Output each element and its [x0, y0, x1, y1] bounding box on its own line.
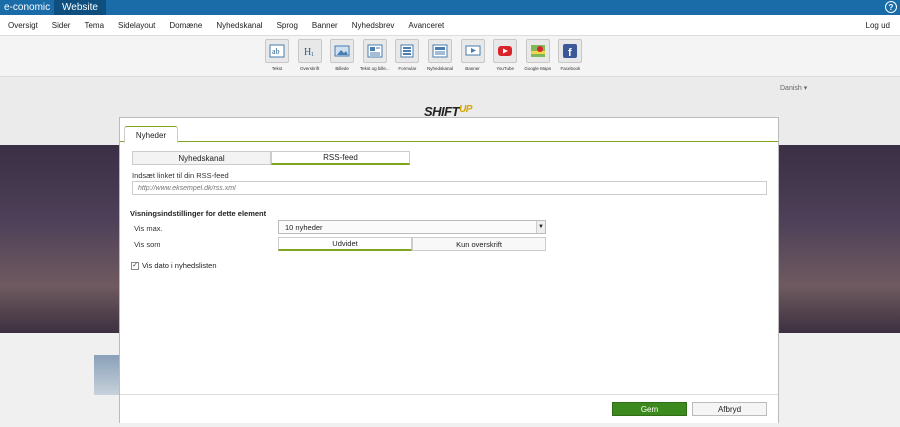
svg-text:ab: ab: [272, 47, 280, 56]
rss-url-input[interactable]: [132, 181, 767, 195]
chevron-down-icon: ▼: [536, 221, 545, 233]
vis-max-select[interactable]: 10 nyheder ▼: [278, 220, 546, 234]
help-icon[interactable]: ?: [885, 1, 897, 13]
text-icon: ab: [265, 39, 289, 63]
vis-som-label: Vis som: [134, 240, 161, 249]
content-image: [94, 355, 119, 395]
menu-item-tema[interactable]: Tema: [77, 21, 111, 30]
dialog-tabs: Nyheder: [120, 118, 778, 143]
element-toolbar: ab Tekst H1 Overskrift Billede Tekst og …: [0, 36, 900, 77]
menu-item-sprog[interactable]: Sprog: [270, 21, 305, 30]
chevron-down-icon: ▾: [803, 85, 808, 92]
language-selector[interactable]: Danish ▾: [780, 84, 807, 92]
tool-banner[interactable]: Banner: [457, 39, 489, 71]
tool-facebook[interactable]: f Facebook: [554, 39, 586, 71]
tab-nyheder[interactable]: Nyheder: [124, 126, 178, 143]
maps-icon: [525, 39, 550, 63]
source-rss-button[interactable]: RSS-feed: [271, 151, 410, 165]
tool-image[interactable]: Billede: [326, 39, 358, 71]
tool-text-image[interactable]: Tekst og bille...: [359, 39, 391, 71]
menu-item-sidelayout[interactable]: Sidelayout: [111, 21, 162, 30]
vis-som-udvidet-button[interactable]: Udvidet: [278, 237, 412, 251]
tool-youtube[interactable]: YouTube: [489, 39, 521, 71]
main-menu: Oversigt Sider Tema Sidelayout Domæne Ny…: [0, 15, 900, 36]
tool-news[interactable]: Nyhedskanal: [424, 39, 456, 71]
menu-item-avanceret[interactable]: Avanceret: [401, 21, 451, 30]
form-icon: [395, 39, 420, 63]
youtube-icon: [493, 39, 518, 63]
menu-item-banner[interactable]: Banner: [305, 21, 345, 30]
svg-text:1: 1: [311, 52, 314, 58]
tab-website[interactable]: Website: [54, 0, 106, 15]
show-date-checkbox[interactable]: ✓: [131, 261, 139, 270]
top-bar: e-conomic Website ?: [0, 0, 900, 15]
facebook-icon: f: [558, 39, 583, 63]
brand-name[interactable]: e-conomic: [0, 2, 54, 13]
show-date-option[interactable]: ✓ Vis dato i nyhedslisten: [131, 261, 217, 270]
vis-som-toggle: Udvidet Kun overskrift: [278, 237, 546, 251]
logout-link[interactable]: Log ud: [866, 21, 890, 30]
menu-item-domaene[interactable]: Domæne: [162, 21, 209, 30]
show-date-label: Vis dato i nyhedslisten: [142, 261, 217, 270]
text-image-icon: [362, 39, 387, 63]
tool-google-maps[interactable]: Google Maps: [522, 39, 554, 71]
rss-url-label: Indsæt linket til din RSS-feed: [132, 171, 229, 180]
menu-item-sider[interactable]: Sider: [45, 21, 78, 30]
dialog-footer: Gem Afbryd: [120, 394, 778, 423]
tool-form[interactable]: Formular: [391, 39, 423, 71]
display-settings-heading: Visningsindstillinger for dette element: [130, 209, 267, 218]
image-icon: [330, 39, 355, 63]
news-icon: [427, 39, 452, 63]
svg-text:f: f: [568, 47, 572, 58]
save-button[interactable]: Gem: [612, 402, 687, 416]
news-dialog: Nyheder Nyhedskanal RSS-feed Indsæt link…: [119, 117, 779, 423]
banner-icon: [460, 39, 485, 63]
vis-max-label: Vis max.: [134, 224, 163, 233]
tool-heading[interactable]: H1 Overskrift: [294, 39, 326, 71]
source-toggle: Nyhedskanal RSS-feed: [132, 151, 410, 165]
vis-som-kun-overskrift-button[interactable]: Kun overskrift: [412, 237, 546, 251]
cancel-button[interactable]: Afbryd: [692, 402, 767, 416]
menu-item-oversigt[interactable]: Oversigt: [0, 21, 45, 30]
heading-icon: H1: [297, 39, 322, 63]
tool-text[interactable]: ab Tekst: [261, 39, 293, 71]
menu-item-nyhedsbrev[interactable]: Nyhedsbrev: [345, 21, 402, 30]
menu-item-nyhedskanal[interactable]: Nyhedskanal: [209, 21, 269, 30]
source-nyhedskanal-button[interactable]: Nyhedskanal: [132, 151, 271, 165]
